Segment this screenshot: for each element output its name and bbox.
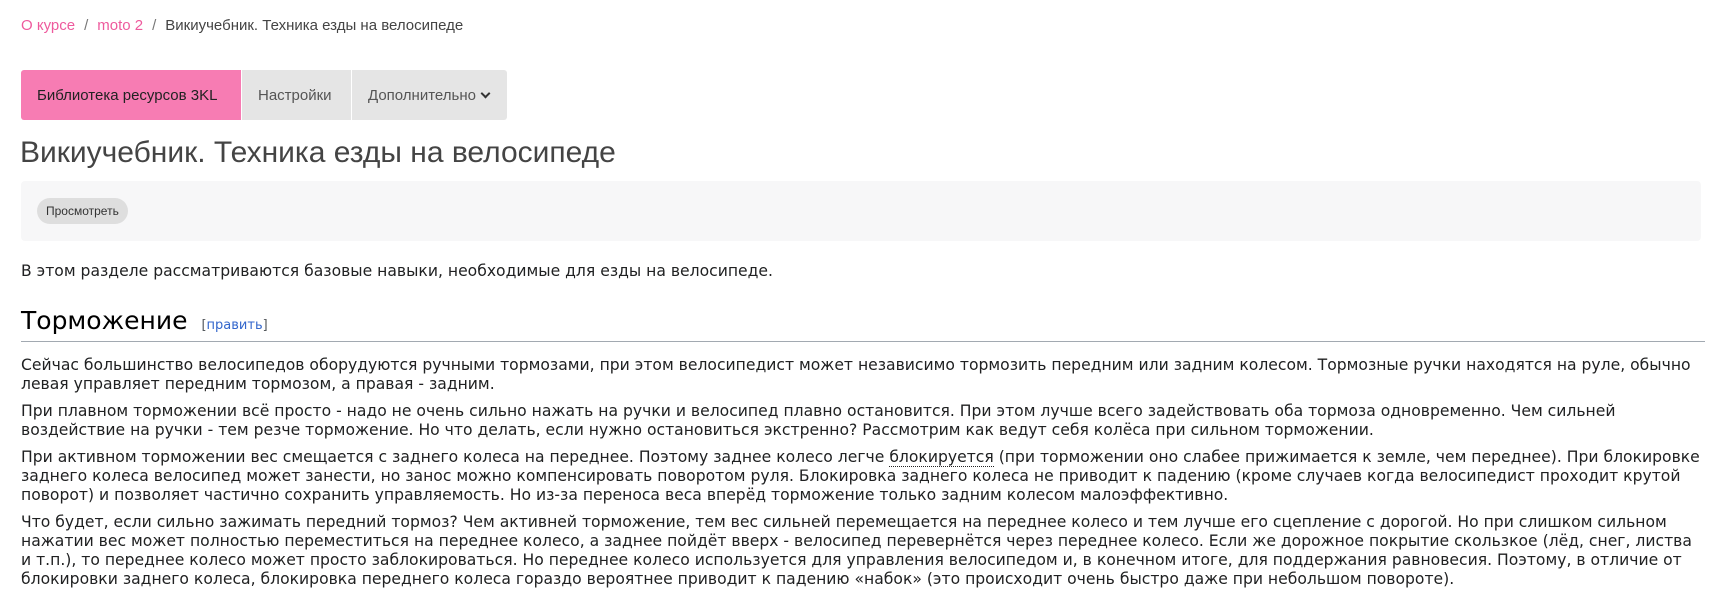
page-title: Викиучебник. Техника езды на велосипеде — [20, 136, 616, 169]
section-title: Торможение — [21, 306, 188, 335]
edit-section-link[interactable]: править — [207, 318, 263, 333]
section-heading: Торможение [править] — [21, 305, 1705, 342]
paragraph-4: Что будет, если сильно зажимать передний… — [21, 513, 1692, 588]
article-intro: В этом разделе рассматриваются базовые н… — [21, 262, 773, 280]
tab-more-dropdown[interactable]: Дополнительно — [351, 70, 507, 120]
tab-settings[interactable]: Настройки — [241, 70, 351, 120]
tab-more-label: Дополнительно — [368, 86, 476, 104]
paragraph-3-start: При активном торможении вес смещается с … — [21, 448, 890, 466]
breadcrumb-current: Викиучебник. Техника езды на велосипеде — [165, 17, 464, 34]
paragraph-1: Сейчас большинство велосипедов оборудуют… — [21, 356, 1691, 393]
edit-bracket-close: ] — [262, 318, 268, 333]
breadcrumb-separator: / — [152, 17, 157, 34]
view-button[interactable]: Просмотреть — [37, 198, 128, 224]
breadcrumb-link-about-course[interactable]: О курсе — [21, 17, 75, 34]
term-blocking: блокируется — [889, 448, 994, 467]
tab-resource-library-label: Библиотека ресурсов 3KL — [37, 86, 218, 104]
article-content: В этом разделе рассматриваются базовые н… — [21, 262, 1705, 597]
view-button-label: Просмотреть — [46, 204, 119, 218]
edit-section: [править] — [201, 316, 267, 335]
breadcrumb-link-course[interactable]: moto 2 — [97, 17, 143, 34]
activity-header: Просмотреть — [21, 181, 1701, 241]
tab-resource-library[interactable]: Библиотека ресурсов 3KL — [21, 70, 241, 120]
chevron-down-icon — [480, 88, 491, 98]
secondary-navigation: Библиотека ресурсов 3KL Настройки Дополн… — [21, 70, 507, 120]
breadcrumb-separator: / — [84, 17, 89, 34]
paragraph-3: При активном торможении вес смещается с … — [21, 448, 1705, 505]
breadcrumb: О курсе / moto 2 / Викиучебник. Техника … — [21, 17, 463, 34]
paragraph-2: При плавном торможении всё просто - надо… — [21, 402, 1616, 439]
tab-settings-label: Настройки — [258, 86, 332, 104]
